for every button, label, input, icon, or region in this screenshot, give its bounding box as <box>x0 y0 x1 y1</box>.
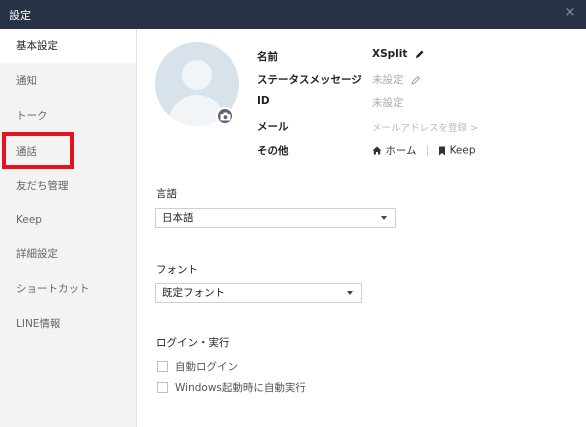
font-value: 既定フォント <box>162 287 225 299</box>
id-label: ID <box>257 95 270 107</box>
sidebar-item-keep[interactable]: Keep <box>0 203 136 237</box>
login-section-label: ログイン・実行 <box>156 337 230 349</box>
edit-status-icon[interactable] <box>411 75 421 85</box>
status-message-value: 未設定 <box>372 72 421 87</box>
sidebar: 基本設定 通知 トーク 通話 友だち管理 Keep 詳細設定 ショートカット L… <box>0 29 137 427</box>
mail-label: メール <box>257 121 289 133</box>
sidebar-item-advanced[interactable]: 詳細設定 <box>0 237 136 271</box>
auto-login-checkbox[interactable] <box>157 361 168 372</box>
title-bar: 設定 × <box>0 0 586 29</box>
name-text: XSplit <box>372 48 408 60</box>
close-icon[interactable]: × <box>562 5 578 21</box>
name-value: XSplit <box>372 48 425 60</box>
font-select[interactable]: 既定フォント <box>155 283 362 303</box>
language-select[interactable]: 日本語 <box>155 208 396 228</box>
sidebar-item-chats[interactable]: トーク <box>0 99 136 133</box>
auto-login-label: 自動ログイン <box>175 361 238 373</box>
other-links: ホーム Keep <box>372 143 476 158</box>
sidebar-item-line-info[interactable]: LINE情報 <box>0 307 136 341</box>
home-icon <box>372 146 382 155</box>
status-message-text: 未設定 <box>372 74 404 86</box>
id-value: 未設定 <box>372 97 404 109</box>
avatar-head-shape <box>182 60 212 90</box>
highlight-annotation <box>2 132 74 169</box>
name-label: 名前 <box>257 51 278 63</box>
chevron-down-icon <box>381 216 387 220</box>
home-link[interactable]: ホーム <box>385 145 416 157</box>
bookmark-icon <box>439 146 446 155</box>
font-label: フォント <box>156 264 198 276</box>
link-divider <box>426 145 428 156</box>
status-message-label: ステータスメッセージ <box>257 74 362 86</box>
language-value: 日本語 <box>162 212 194 224</box>
language-label: 言語 <box>156 188 177 200</box>
auto-start-checkbox[interactable] <box>157 382 168 393</box>
sidebar-item-shortcuts[interactable]: ショートカット <box>0 272 136 306</box>
settings-panel: 名前 XSplit ステータスメッセージ 未設定 ID 未設定 メール メールア… <box>137 29 586 427</box>
edit-name-icon[interactable] <box>415 49 425 59</box>
window-title: 設定 <box>9 9 31 22</box>
sidebar-item-notifications[interactable]: 通知 <box>0 64 136 98</box>
register-email-link[interactable]: メールアドレスを登録 > <box>372 120 478 134</box>
chevron-down-icon <box>347 291 353 295</box>
camera-icon[interactable] <box>216 107 234 125</box>
sidebar-item-friends[interactable]: 友だち管理 <box>0 169 136 203</box>
sidebar-item-basic-settings[interactable]: 基本設定 <box>0 29 136 63</box>
other-label: その他 <box>257 145 289 157</box>
keep-link[interactable]: Keep <box>450 145 476 157</box>
auto-start-label: Windows起動時に自動実行 <box>175 382 306 394</box>
